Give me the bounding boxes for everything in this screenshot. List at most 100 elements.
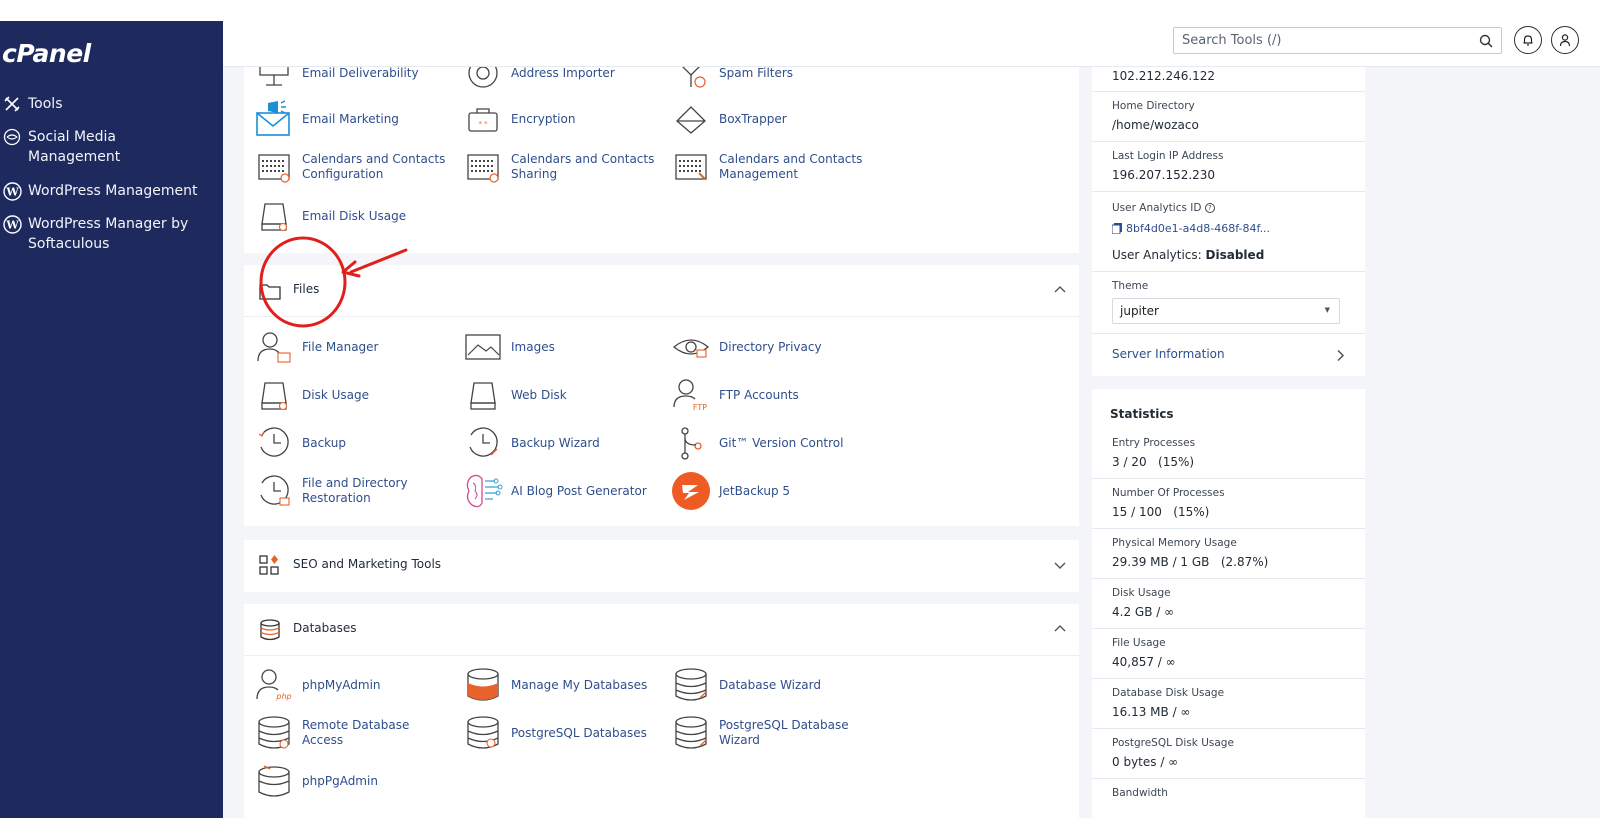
theme-select-value: jupiter [1120, 304, 1159, 318]
email-marketing-icon [254, 99, 294, 139]
server-information-row[interactable]: Server Information [1092, 334, 1365, 376]
tool-backup-wizard[interactable]: Backup Wizard [463, 423, 661, 463]
tool-spam-filters[interactable]: Spam Filters [671, 67, 869, 93]
help-icon[interactable]: ? [1204, 203, 1215, 213]
chevron-up-icon[interactable] [1053, 283, 1067, 297]
user-analytics-id-value[interactable]: 8bf4d0e1-a4d8-468f-84f... [1112, 222, 1270, 235]
stat-label: PostgreSQL Disk Usage [1112, 737, 1234, 749]
tool-file-manager[interactable]: File Manager [254, 327, 452, 367]
stat-label: Physical Memory Usage [1112, 537, 1237, 549]
tool-label: Remote Database Access [302, 718, 410, 747]
wordpress-icon: W [2, 181, 22, 201]
sidebar-item-wordpress-management[interactable]: W WordPress Management [2, 181, 198, 201]
tool-email-disk-usage[interactable]: Email Disk Usage [254, 196, 452, 236]
sidebar-item-social-media[interactable]: Social Media Management [2, 127, 120, 167]
seo-section-header[interactable]: SEO and Marketing Tools [244, 540, 1079, 592]
files-section-header[interactable]: Files [244, 265, 1079, 317]
section-title: SEO and Marketing Tools [293, 557, 442, 571]
tool-label: Calendars and Contacts Management [719, 152, 869, 182]
tool-email-deliverability[interactable]: Email Deliverability [254, 67, 452, 93]
tool-calendars-config[interactable]: Calendars and Contacts Configuration [254, 147, 452, 187]
tool-calendars-sharing[interactable]: Calendars and Contacts Sharing [463, 147, 661, 187]
folder-icon [259, 284, 281, 300]
database-orange-icon [463, 665, 503, 705]
stat-row: Database Disk Usage 16.13 MB / ∞ [1092, 679, 1365, 729]
bottom-margin [0, 818, 1600, 840]
backup-wizard-icon [463, 423, 503, 463]
tool-label: Email Deliverability [302, 67, 419, 80]
tool-ftp-accounts[interactable]: FTP FTP Accounts [671, 375, 869, 415]
files-section-card: Files File Manager Images Directory Priv… [244, 265, 1079, 526]
theme-label: Theme [1112, 280, 1149, 292]
cpanel-logo[interactable]: cPanel [2, 39, 91, 68]
theme-select[interactable]: jupiter ▼ [1112, 298, 1340, 324]
tool-manage-my-databases[interactable]: Manage My Databases [463, 665, 661, 705]
tool-postgresql-databases[interactable]: PostgreSQL Databases [463, 713, 661, 753]
search-input[interactable]: Search Tools (/) [1173, 27, 1502, 54]
stat-label: Disk Usage [1112, 587, 1171, 599]
tool-backup[interactable]: Backup [254, 423, 452, 463]
sidebar-item-tools[interactable]: Tools [2, 94, 63, 114]
tool-git-version-control[interactable]: Git™ Version Control [671, 423, 869, 463]
tool-email-marketing[interactable]: Email Marketing [254, 99, 452, 139]
stat-row: Disk Usage 4.2 GB / ∞ [1092, 579, 1365, 629]
tool-web-disk[interactable]: Web Disk [463, 375, 661, 415]
tool-calendars-management[interactable]: Calendars and Contacts Management [671, 147, 869, 187]
tool-label: Database Wizard [719, 677, 821, 692]
tool-postgresql-database-wizard[interactable]: PostgreSQL Database Wizard [671, 713, 869, 753]
home-directory-label: Home Directory [1112, 100, 1195, 112]
svg-text:W: W [5, 185, 19, 198]
tool-file-directory-restoration[interactable]: File and Directory Restoration [254, 471, 452, 511]
sidebar-item-label: WordPress Manager by Softaculous [28, 214, 188, 254]
top-bar: Search Tools (/) [223, 21, 1600, 67]
stat-label: File Usage [1112, 637, 1166, 649]
label-line-2: Configuration [302, 167, 384, 181]
tool-images[interactable]: Images [463, 327, 661, 367]
tool-label: phpMyAdmin [302, 677, 381, 692]
search-icon[interactable] [1479, 34, 1493, 48]
tool-boxtrapper[interactable]: BoxTrapper [671, 99, 869, 139]
tool-label: Email Disk Usage [302, 208, 407, 223]
tool-jetbackup-5[interactable]: JetBackup 5 [671, 471, 869, 511]
encryption-icon: * * [463, 99, 503, 139]
tool-label: JetBackup 5 [719, 483, 791, 498]
databases-section-header[interactable]: Databases [244, 604, 1079, 656]
ip-address-value: 102.212.246.122 [1112, 69, 1216, 83]
ai-brain-icon [463, 471, 503, 511]
tool-disk-usage[interactable]: Disk Usage [254, 375, 452, 415]
copy-icon[interactable] [1112, 223, 1122, 234]
tool-ai-blog-post-generator[interactable]: AI Blog Post Generator [463, 471, 661, 511]
stat-row: Entry Processes 3 / 20 (15%) [1092, 429, 1365, 479]
tool-phppgadmin[interactable]: phpPgAdmin [254, 761, 452, 801]
svg-text:* *: * * [478, 120, 488, 128]
analytics-status-value: Disabled [1205, 248, 1265, 262]
tool-directory-privacy[interactable]: Directory Privacy [671, 327, 869, 367]
tool-phpmyadmin[interactable]: php phpMyAdmin [254, 665, 452, 705]
tool-label: Backup Wizard [511, 435, 600, 450]
stat-value: 16.13 MB / ∞ [1112, 705, 1191, 719]
tool-encryption[interactable]: * * Encryption [463, 99, 661, 139]
stat-label: Number Of Processes [1112, 487, 1225, 499]
tool-label: phpPgAdmin [302, 773, 378, 788]
calendar-icon [254, 147, 294, 187]
user-menu-button[interactable] [1551, 26, 1579, 54]
chevron-down-icon[interactable] [1053, 558, 1067, 572]
tool-address-importer[interactable]: Address Importer [463, 67, 661, 93]
user-analytics-status: User Analytics: Disabled [1112, 248, 1264, 262]
sidebar-item-label: Tools [28, 96, 63, 112]
tool-label: Email Marketing [302, 111, 399, 126]
notifications-button[interactable] [1514, 26, 1542, 54]
tool-label: Images [511, 339, 555, 354]
database-icon [260, 619, 280, 641]
stat-value: 29.39 MB / 1 GB (2.87%) [1112, 555, 1269, 569]
section-title: Databases [293, 621, 357, 635]
file-manager-icon [254, 327, 294, 367]
label-line-2: Sharing [511, 167, 558, 181]
server-information-link[interactable]: Server Information [1112, 347, 1225, 361]
chevron-up-icon[interactable] [1053, 622, 1067, 636]
analytics-id-text: 8bf4d0e1-a4d8-468f-84f... [1126, 222, 1271, 235]
statistics-title: Statistics [1110, 407, 1174, 421]
tool-database-wizard[interactable]: Database Wizard [671, 665, 869, 705]
sidebar-item-wordpress-softaculous[interactable]: W WordPress Manager by Softaculous [2, 214, 188, 254]
tool-remote-database-access[interactable]: Remote Database Access [254, 713, 452, 753]
